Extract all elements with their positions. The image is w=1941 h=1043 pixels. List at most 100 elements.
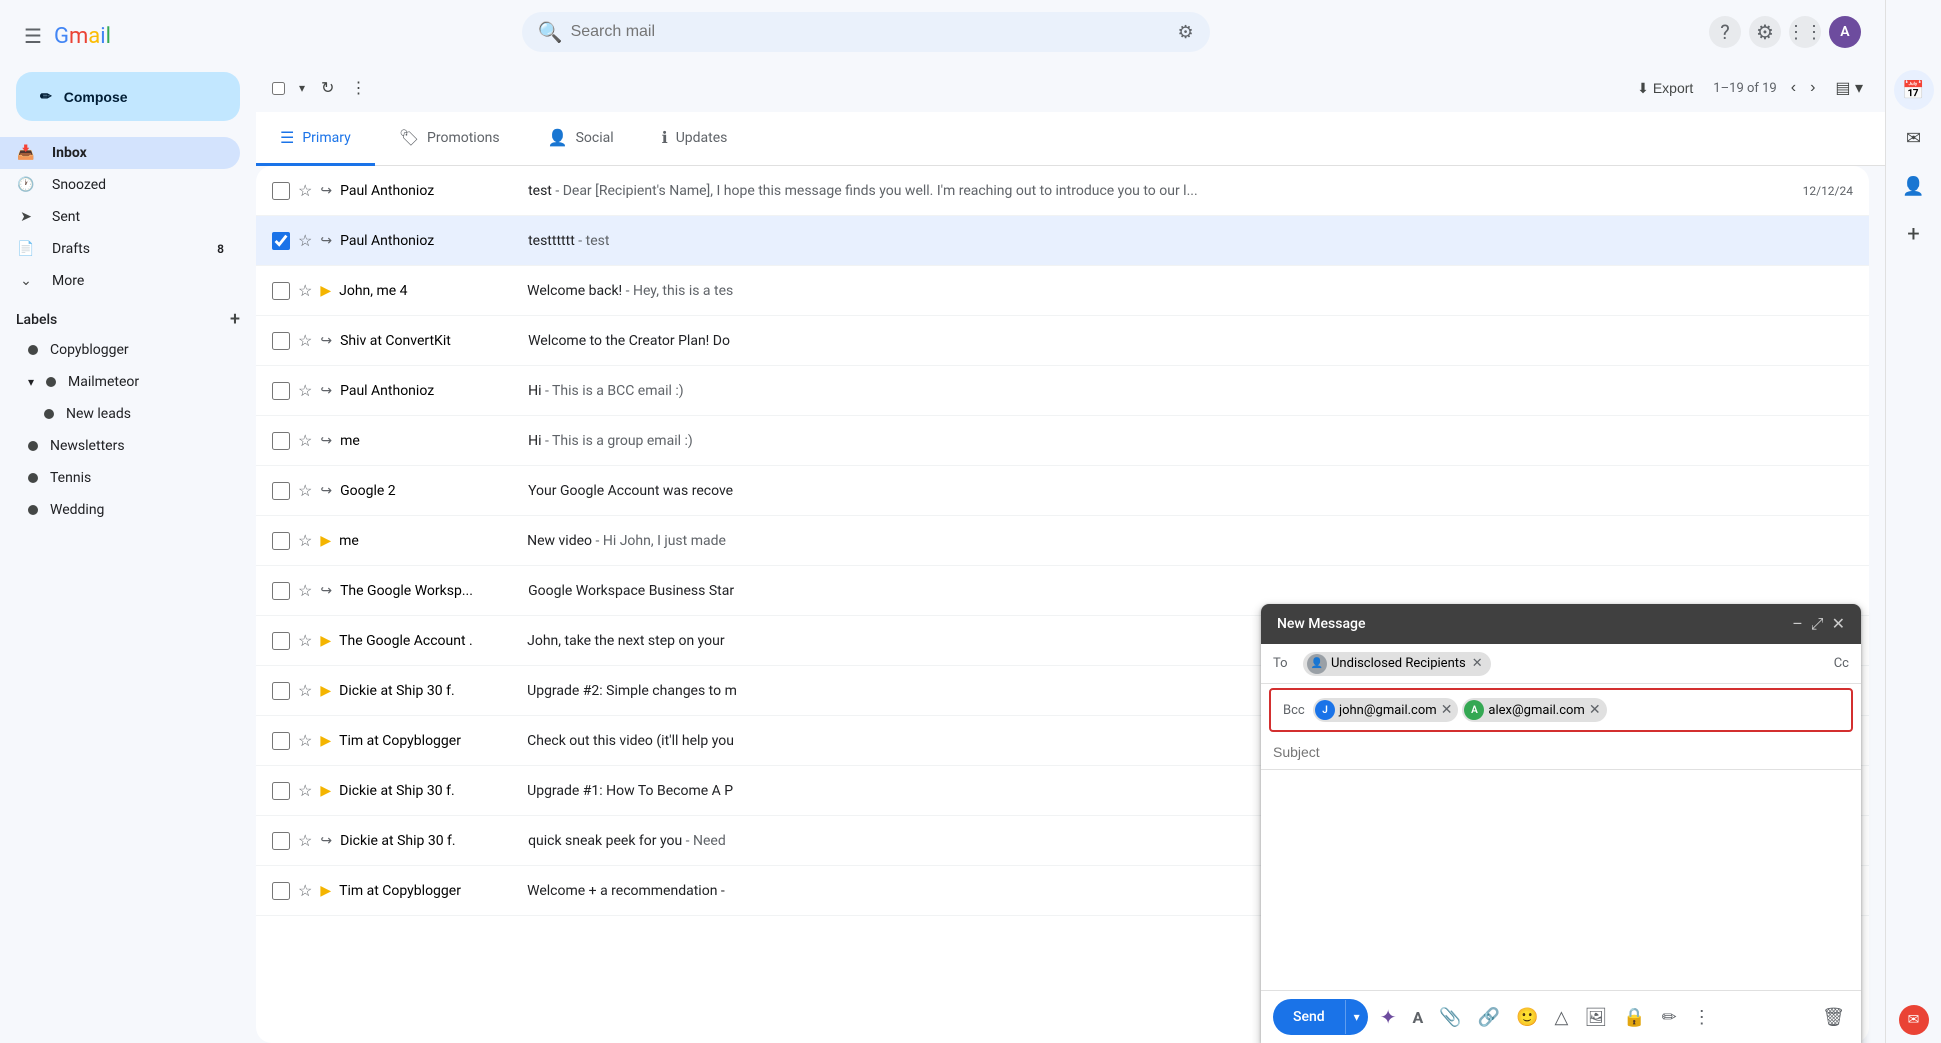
label-copyblogger[interactable]: Copyblogger (0, 334, 256, 366)
lock-icon[interactable]: 🔒 (1619, 1003, 1649, 1032)
email-checkbox[interactable] (272, 232, 290, 250)
remove-john-button[interactable]: ✕ (1441, 703, 1453, 717)
star-icon[interactable]: ☆ (298, 831, 312, 850)
nav-drafts[interactable]: 📄 Drafts 8 (0, 233, 240, 265)
export-button[interactable]: ⬇ Export (1625, 74, 1705, 103)
snooze-icon[interactable]: ↪ (320, 233, 332, 249)
table-row[interactable]: ☆ ▶ me New video - Hi John, I just made (256, 516, 1869, 566)
hamburger-icon[interactable]: ☰ (16, 16, 50, 56)
important-icon[interactable]: ▶ (320, 283, 331, 299)
important-icon[interactable]: ▶ (320, 633, 331, 649)
search-input[interactable] (571, 23, 1178, 41)
label-new-leads[interactable]: New leads (0, 398, 256, 430)
tab-social[interactable]: 👤 Social (524, 112, 638, 166)
important-icon[interactable]: ▶ (320, 683, 331, 699)
link-icon[interactable]: 🔗 (1474, 1003, 1504, 1032)
signature-icon[interactable]: ✏ (1658, 1003, 1681, 1032)
send-main-label[interactable]: Send (1273, 999, 1345, 1035)
star-icon[interactable]: ☆ (298, 481, 312, 500)
star-icon[interactable]: ☆ (298, 881, 312, 900)
view-options-button[interactable]: ▤ ▾ (1829, 72, 1869, 104)
table-row[interactable]: ☆ ↪ Google 2 Your Google Account was rec… (256, 466, 1869, 516)
add-label-icon[interactable]: + (230, 309, 240, 330)
email-checkbox[interactable] (272, 282, 290, 300)
star-icon[interactable]: ☆ (298, 431, 312, 450)
remove-alex-button[interactable]: ✕ (1589, 703, 1601, 717)
more-options-compose-icon[interactable]: ⋮ (1689, 1003, 1715, 1032)
remove-to-chip-button[interactable]: ✕ (1472, 656, 1483, 671)
help-icon[interactable]: ? (1709, 16, 1741, 48)
snooze-icon[interactable]: ↪ (320, 433, 332, 449)
emoji-icon[interactable]: 🙂 (1512, 1003, 1542, 1032)
email-checkbox[interactable] (272, 732, 290, 750)
email-checkbox[interactable] (272, 832, 290, 850)
email-checkbox[interactable] (272, 532, 290, 550)
table-row[interactable]: ☆ ↪ Shiv at ConvertKit Welcome to the Cr… (256, 316, 1869, 366)
table-row[interactable]: ☆ ↪ Paul Anthonioz test - Dear [Recipien… (256, 166, 1869, 216)
star-icon[interactable]: ☆ (298, 681, 312, 700)
send-dropdown-arrow[interactable]: ▾ (1345, 1000, 1368, 1034)
star-icon[interactable]: ☆ (298, 531, 312, 550)
snooze-icon[interactable]: ↪ (320, 383, 332, 399)
important-icon[interactable]: ▶ (320, 883, 331, 899)
more-options-button[interactable]: ⋮ (344, 72, 372, 104)
refresh-button[interactable]: ↻ (315, 72, 340, 104)
minimize-button[interactable]: – (1792, 614, 1803, 634)
email-checkbox[interactable] (272, 382, 290, 400)
snooze-icon[interactable]: ↪ (320, 183, 332, 199)
ai-compose-icon[interactable]: ✦ (1376, 1001, 1401, 1033)
cc-button[interactable]: Cc (1834, 656, 1849, 671)
google-keep-icon[interactable]: ✉ (1894, 118, 1934, 158)
close-compose-button[interactable]: ✕ (1832, 614, 1845, 634)
table-row[interactable]: ☆ ↪ me Hi - This is a group email :) (256, 416, 1869, 466)
label-wedding[interactable]: Wedding (0, 494, 256, 526)
email-checkbox[interactable] (272, 582, 290, 600)
compose-body[interactable] (1261, 770, 1861, 990)
nav-sent[interactable]: ➤ Sent (0, 201, 240, 233)
apps-icon[interactable]: ⋮⋮ (1789, 16, 1821, 48)
next-page-button[interactable]: › (1804, 73, 1821, 103)
select-all-checkbox[interactable] (272, 82, 285, 95)
nav-snoozed[interactable]: 🕐 Snoozed (0, 169, 240, 201)
email-checkbox[interactable] (272, 782, 290, 800)
star-icon[interactable]: ☆ (298, 281, 312, 300)
snooze-icon[interactable]: ↪ (320, 833, 332, 849)
compose-button[interactable]: ✏ Compose (16, 72, 240, 121)
star-icon[interactable]: ☆ (298, 631, 312, 650)
nav-more[interactable]: ⌄ More (0, 265, 240, 297)
photo-icon[interactable]: 🖼 (1580, 1003, 1611, 1032)
star-icon[interactable]: ☆ (298, 731, 312, 750)
google-contacts-icon[interactable]: 👤 (1894, 166, 1934, 206)
star-icon[interactable]: ☆ (298, 231, 312, 250)
add-app-icon[interactable]: + (1894, 214, 1934, 254)
snooze-icon[interactable]: ↪ (320, 333, 332, 349)
snooze-icon[interactable]: ↪ (320, 483, 332, 499)
drive-icon[interactable]: △ (1550, 1003, 1572, 1032)
google-calendar-icon[interactable]: 📅 (1894, 70, 1934, 110)
tab-primary[interactable]: ☰ Primary (256, 112, 375, 166)
attach-icon[interactable]: 📎 (1435, 1003, 1465, 1032)
table-row[interactable]: ☆ ↪ Paul Anthonioz testttttt - test (256, 216, 1869, 266)
mailmeteor-icon[interactable]: ✉ (1899, 1005, 1929, 1035)
star-icon[interactable]: ☆ (298, 381, 312, 400)
star-icon[interactable]: ☆ (298, 181, 312, 200)
table-row[interactable]: ☆ ▶ John, me 4 Welcome back! - Hey, this… (256, 266, 1869, 316)
tab-promotions[interactable]: 🏷 Promotions (375, 112, 524, 166)
filter-icon[interactable]: ⚙ (1178, 22, 1194, 43)
table-row[interactable]: ☆ ↪ Paul Anthonioz Hi - This is a BCC em… (256, 366, 1869, 416)
prev-page-button[interactable]: ‹ (1785, 73, 1802, 103)
snooze-icon[interactable]: ↪ (320, 583, 332, 599)
tab-updates[interactable]: ℹ Updates (638, 112, 752, 166)
nav-inbox[interactable]: 📥 Inbox (0, 137, 240, 169)
star-icon[interactable]: ☆ (298, 781, 312, 800)
important-icon[interactable]: ▶ (320, 733, 331, 749)
delete-draft-icon[interactable]: 🗑 (1818, 1003, 1849, 1032)
email-checkbox[interactable] (272, 182, 290, 200)
email-checkbox[interactable] (272, 482, 290, 500)
expand-button[interactable]: ⤢ (1811, 614, 1824, 634)
email-checkbox[interactable] (272, 432, 290, 450)
star-icon[interactable]: ☆ (298, 581, 312, 600)
formatting-icon[interactable]: A (1408, 1004, 1427, 1031)
label-mailmeteor[interactable]: ▾ Mailmeteor (0, 366, 256, 398)
important-icon[interactable]: ▶ (320, 783, 331, 799)
